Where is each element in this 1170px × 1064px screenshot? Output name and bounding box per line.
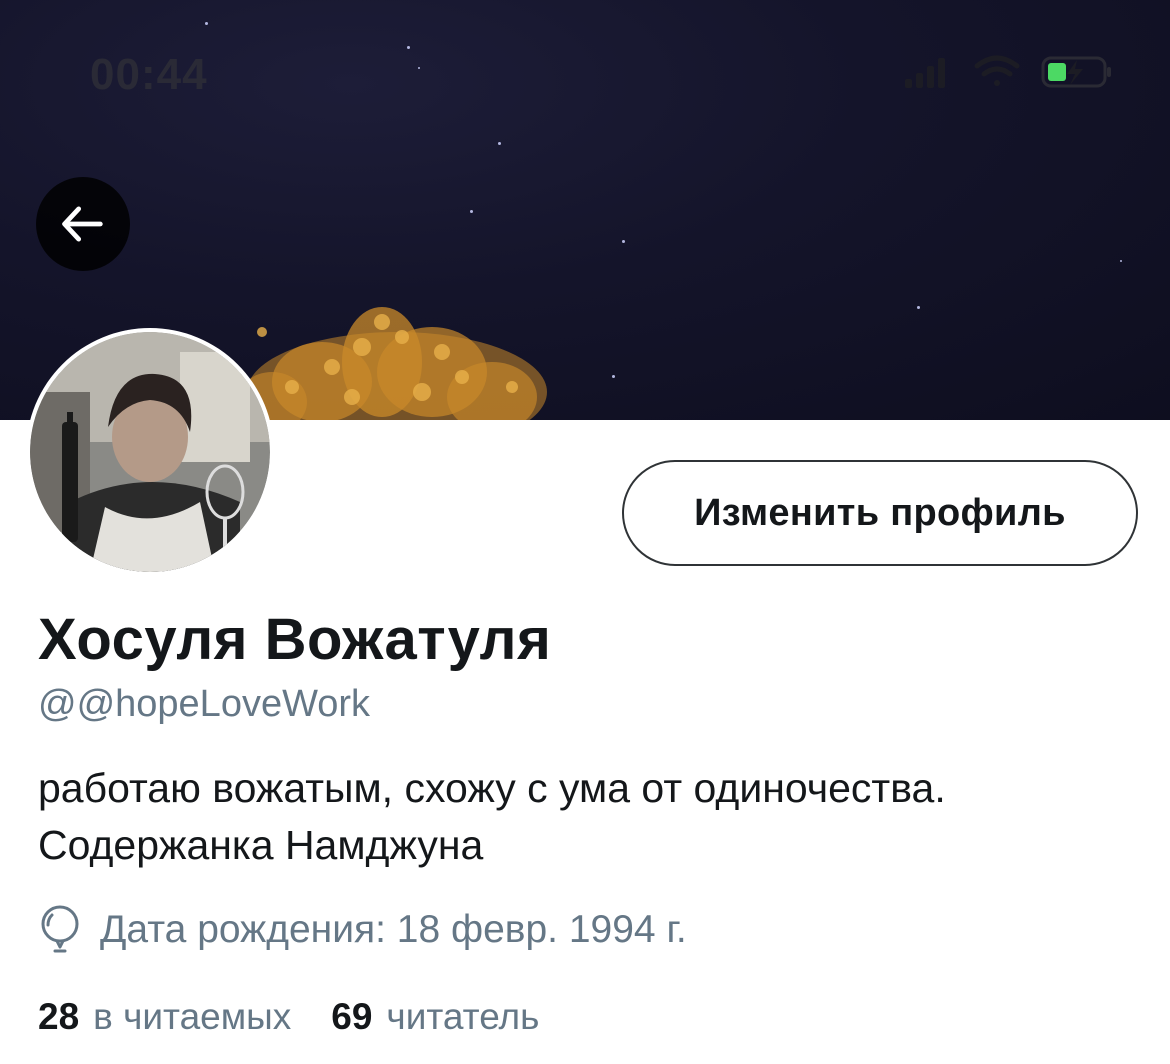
avatar[interactable] bbox=[26, 328, 274, 576]
birthday-text: Дата рождения: 18 февр. 1994 г. bbox=[100, 908, 687, 951]
battery-icon bbox=[1041, 56, 1111, 88]
star bbox=[498, 142, 501, 145]
star bbox=[407, 46, 410, 49]
followers-count: 69 bbox=[331, 996, 373, 1037]
wifi-icon bbox=[974, 55, 1020, 86]
profile-bio: работаю вожатым, схожу с ума от одиночес… bbox=[38, 765, 946, 868]
cellular-signal-icon bbox=[905, 58, 945, 88]
star bbox=[470, 210, 473, 213]
following-label: в читаемых bbox=[93, 996, 292, 1037]
edit-profile-button[interactable]: Изменить профиль bbox=[622, 460, 1138, 566]
status-time: 00:44 bbox=[90, 50, 208, 99]
star bbox=[917, 306, 920, 309]
balloon-icon bbox=[41, 905, 79, 953]
birthday-row: Дата рождения: 18 февр. 1994 г. bbox=[38, 905, 687, 955]
followers-label: читатель bbox=[386, 996, 540, 1037]
star bbox=[1120, 260, 1122, 262]
star bbox=[205, 22, 208, 25]
follow-stats: 28 в читаемых 69 читатель bbox=[38, 996, 579, 1038]
arrow-left-icon bbox=[62, 206, 103, 242]
username-handle: @@hopeLoveWork bbox=[38, 683, 371, 725]
following-count: 28 bbox=[38, 996, 80, 1037]
back-button[interactable] bbox=[36, 177, 130, 271]
star bbox=[612, 375, 615, 378]
followers-stat[interactable]: 69 читатель bbox=[331, 996, 539, 1038]
avatar-image bbox=[30, 332, 270, 572]
star bbox=[418, 67, 420, 69]
status-bar-icons bbox=[905, 55, 1111, 88]
following-stat[interactable]: 28 в читаемых bbox=[38, 996, 291, 1038]
tree-image bbox=[237, 307, 547, 420]
star bbox=[622, 240, 625, 243]
display-name: Хосуля Вожатуля bbox=[38, 607, 552, 672]
